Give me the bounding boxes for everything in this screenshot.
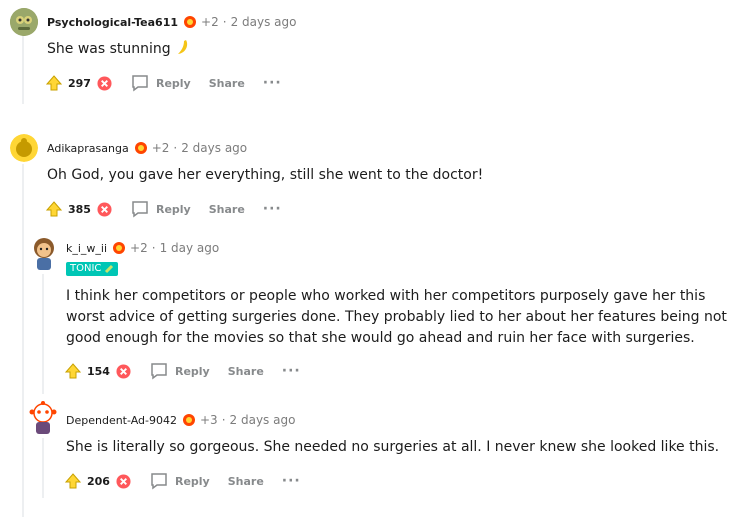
- bottle-icon: [105, 264, 114, 274]
- upvote-icon[interactable]: [46, 75, 62, 91]
- upvote-icon[interactable]: [65, 473, 81, 489]
- thread-line[interactable]: [42, 438, 44, 498]
- vote-group: 385: [46, 201, 112, 217]
- reply-label: Reply: [174, 474, 210, 488]
- comment-body: She is literally so gorgeous. She needed…: [66, 437, 719, 458]
- reply-button[interactable]: Reply: [149, 471, 210, 491]
- comment-body: Oh God, you gave her everything, still s…: [47, 165, 483, 186]
- comment-icon: [151, 363, 167, 380]
- award-icon[interactable]: [134, 141, 148, 155]
- username[interactable]: Psychological-Tea611: [47, 16, 178, 29]
- award-icon[interactable]: [183, 15, 197, 29]
- more-options-button[interactable]: ···: [282, 364, 301, 378]
- reply-label: Reply: [174, 364, 210, 378]
- separator: ·: [151, 241, 156, 255]
- vote-score: 385: [68, 202, 91, 216]
- share-button[interactable]: Share: [228, 365, 264, 378]
- thread-line[interactable]: [22, 34, 24, 104]
- flair-label: TONIC: [70, 263, 102, 274]
- separator: ·: [222, 15, 227, 29]
- reply-button[interactable]: Reply: [130, 199, 191, 219]
- share-button[interactable]: Share: [209, 203, 245, 216]
- comment-text: Oh God, you gave her everything, still s…: [47, 167, 484, 183]
- vote-score: 206: [87, 474, 110, 488]
- thread-line[interactable]: [42, 274, 44, 394]
- comment-header: Adikaprasanga +2 · 2 days ago: [47, 138, 247, 158]
- avatar[interactable]: [10, 134, 38, 162]
- award-count: +2: [130, 241, 148, 255]
- reply-label: Reply: [155, 76, 191, 90]
- comment-actions: 154 Reply Share ···: [65, 359, 301, 383]
- comment-text: She is literally so gorgeous. She needed…: [66, 439, 720, 455]
- downvote-icon[interactable]: [97, 201, 112, 217]
- share-button[interactable]: Share: [209, 77, 245, 90]
- vote-score: 154: [87, 364, 110, 378]
- award-icon[interactable]: [112, 241, 126, 255]
- vote-score: 297: [68, 76, 91, 90]
- comment-actions: 385 Reply Share ···: [46, 197, 282, 221]
- comment-icon: [132, 201, 148, 218]
- avatar[interactable]: [28, 400, 58, 436]
- upvote-icon[interactable]: [65, 363, 81, 379]
- award-icon[interactable]: [182, 413, 196, 427]
- award-count: +3: [200, 413, 218, 427]
- banana-emoji: [178, 40, 188, 54]
- comment-text: She was stunning: [47, 41, 171, 57]
- downvote-icon[interactable]: [97, 75, 112, 91]
- avatar[interactable]: [10, 8, 38, 36]
- timestamp[interactable]: 2 days ago: [181, 141, 247, 155]
- username[interactable]: k_i_w_ii: [66, 242, 107, 255]
- award-count: +2: [201, 15, 219, 29]
- vote-group: 206: [65, 473, 131, 489]
- comment-body: She was stunning: [47, 39, 189, 60]
- vote-group: 154: [65, 363, 131, 379]
- downvote-icon[interactable]: [116, 363, 131, 379]
- comment-actions: 206 Reply Share ···: [65, 469, 301, 493]
- separator: ·: [173, 141, 178, 155]
- more-options-button[interactable]: ···: [263, 76, 282, 90]
- comment-text-line: worst advice of getting surgeries done. …: [66, 309, 727, 325]
- username[interactable]: Dependent-Ad-9042: [66, 414, 177, 427]
- avatar[interactable]: [30, 236, 58, 272]
- reply-label: Reply: [155, 202, 191, 216]
- comment-header: Psychological-Tea611 +2 · 2 days ago: [47, 12, 296, 32]
- comment-body: I think her competitors or people who wo…: [66, 286, 727, 349]
- timestamp[interactable]: 2 days ago: [230, 413, 296, 427]
- comment-icon: [151, 473, 167, 490]
- award-count: +2: [151, 141, 170, 155]
- separator: ·: [221, 413, 226, 427]
- comment-text-line: I think her competitors or people who wo…: [66, 288, 706, 304]
- more-options-button[interactable]: ···: [282, 474, 301, 488]
- comment-header: k_i_w_ii +2 · 1 day ago: [66, 238, 219, 258]
- timestamp[interactable]: 2 days ago: [231, 15, 297, 29]
- timestamp[interactable]: 1 day ago: [160, 241, 220, 255]
- comment-text-line: good enough for the movies so that she w…: [66, 330, 695, 346]
- reply-button[interactable]: Reply: [149, 361, 210, 381]
- comment-actions: 297 Reply Share ···: [46, 71, 282, 95]
- downvote-icon[interactable]: [116, 473, 131, 489]
- username[interactable]: Adikaprasanga: [47, 142, 129, 155]
- thread-line[interactable]: [22, 164, 24, 517]
- reply-button[interactable]: Reply: [130, 73, 191, 93]
- comment-icon: [132, 75, 148, 92]
- upvote-icon[interactable]: [46, 201, 62, 217]
- share-button[interactable]: Share: [228, 475, 264, 488]
- comment-header: Dependent-Ad-9042 +3 · 2 days ago: [66, 410, 295, 430]
- user-flair: TONIC: [66, 262, 119, 276]
- more-options-button[interactable]: ···: [263, 202, 282, 216]
- vote-group: 297: [46, 75, 112, 91]
